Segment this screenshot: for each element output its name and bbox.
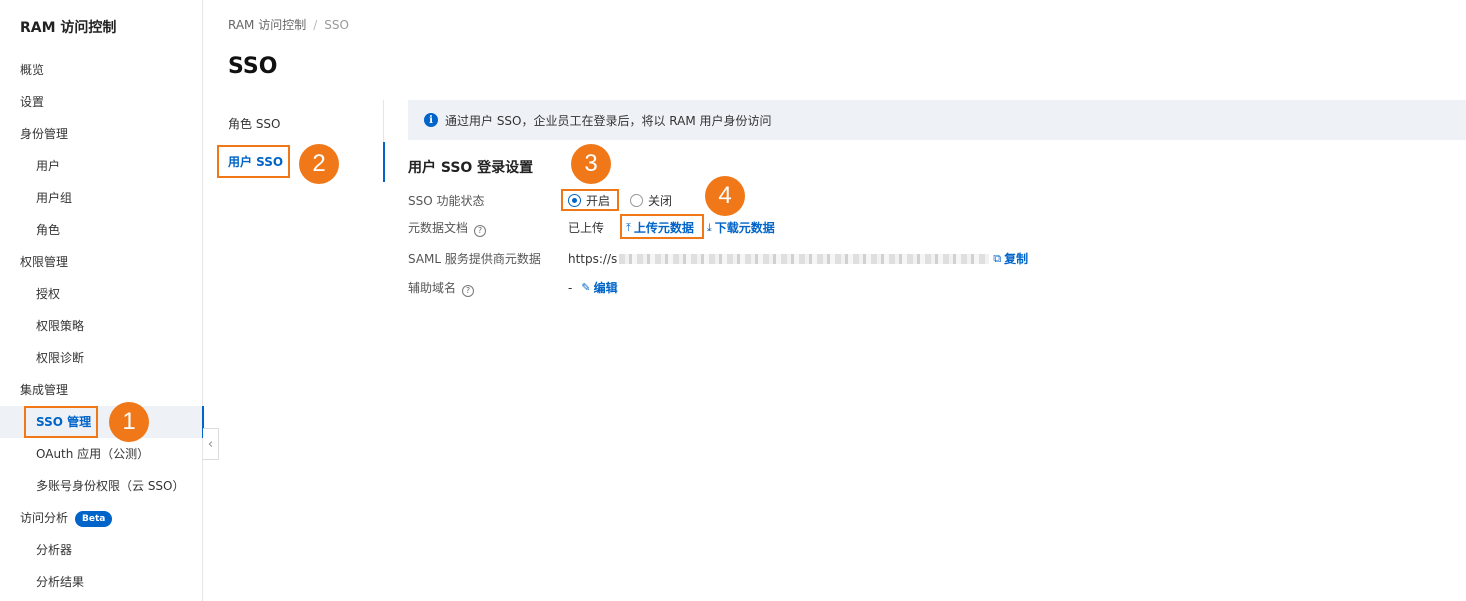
metadata-label: 元数据文档 [408,221,469,235]
sidebar-item[interactable]: 集成管理 [0,374,203,406]
annotation-marker-3: 3 [571,144,611,184]
sidebar-item[interactable]: 角色 [0,214,203,246]
annotation-marker-4: 4 [705,176,745,216]
sidebar-item[interactable]: 用户组 [0,182,203,214]
sso-off-radio[interactable]: 关闭 [630,192,672,209]
sidebar-item-label: 用户 [36,159,61,173]
breadcrumb-current: SSO [324,18,349,32]
sidebar-item[interactable]: 权限管理 [0,246,203,278]
annotation-marker-2: 2 [299,144,339,184]
metadata-status: 已上传 [568,221,605,235]
saml-url: https://s [568,251,618,266]
sidebar-item[interactable]: 访问分析 Beta [0,502,203,534]
domain-label: 辅助域名 [408,281,457,295]
sidebar-item-label: 授权 [36,287,61,301]
saml-url-redacted [619,253,990,264]
sso-off-label: 关闭 [648,194,673,208]
copy-label: 复制 [1004,252,1029,266]
sidebar-item[interactable]: 分析结果 [0,566,203,598]
sidebar-item[interactable]: 设置 [0,86,203,118]
sidebar-item[interactable]: 权限策略 [0,310,203,342]
info-icon: i [424,113,438,127]
sidebar-item-label: 角色 [36,223,61,237]
copy-icon: ⧉ [993,251,1002,265]
edit-domain-button[interactable]: ✎ 编辑 [581,279,617,296]
sidebar-title: RAM 访问控制 [20,20,117,36]
sidebar-item[interactable]: 分析器 [0,534,203,566]
annotation-highlight-user-sso [217,145,290,178]
download-icon: ⤓ [706,220,712,234]
metadata-label-row: 元数据文档? [408,219,487,237]
domain-value-row: - ✎ 编辑 [568,279,618,296]
radio-unchecked-icon [630,194,644,207]
sidebar-item-label: 权限策略 [36,319,85,333]
sidebar-item[interactable]: 概览 [0,54,203,86]
sidebar-item[interactable]: 身份管理 [0,118,203,150]
edit-label: 编辑 [593,281,618,295]
info-banner-text: 通过用户 SSO，企业员工在登录后，将以 RAM 用户身份访问 [445,113,772,128]
sidebar-item[interactable]: 多账号身份权限（云 SSO） [0,470,203,502]
download-metadata-label: 下载元数据 [714,221,775,235]
sidebar-item-label: 身份管理 [20,127,69,141]
sidebar: RAM 访问控制 概览设置身份管理用户用户组角色权限管理授权权限策略权限诊断集成… [0,0,204,601]
saml-value-row: https://s ⧉ 复制 [568,250,1028,267]
chevron-left-icon: ‹ [207,436,214,452]
section-title: 用户 SSO 登录设置 [408,160,534,176]
annotation-marker-1: 1 [109,402,149,442]
page-title: SSO [228,54,278,79]
annotation-highlight-upload [620,214,704,239]
info-banner: i 通过用户 SSO，企业员工在登录后，将以 RAM 用户身份访问 [408,100,1466,140]
saml-label: SAML 服务提供商元数据 [408,252,541,266]
tab-role-sso[interactable]: 角色 SSO [204,104,384,144]
help-icon[interactable]: ? [474,224,487,237]
sidebar-item-label: 多账号身份权限（云 SSO） [36,479,185,493]
download-metadata-button[interactable]: ⤓ 下载元数据 [707,219,775,236]
sidebar-item-label: 分析结果 [36,575,85,589]
sidebar-item-label: 概览 [20,63,45,77]
breadcrumb-root[interactable]: RAM 访问控制 [228,18,306,32]
breadcrumb-separator: / [313,18,318,32]
sidebar-item-label: 设置 [20,95,45,109]
sidebar-item-label: 权限诊断 [36,351,85,365]
sso-status-label: SSO 功能状态 [408,194,485,208]
sidebar-item-label: OAuth 应用（公测） [36,447,150,461]
sidebar-item[interactable]: 用户 [0,150,203,182]
edit-icon: ✎ [581,281,591,294]
help-icon[interactable]: ? [462,284,475,297]
sidebar-item[interactable]: 授权 [0,278,203,310]
sidebar-item-label: 集成管理 [20,383,69,397]
sidebar-item[interactable]: OAuth 应用（公测） [0,438,203,470]
sidebar-collapse-button[interactable]: ‹ [203,428,219,460]
sidebar-item-label: 用户组 [36,191,73,205]
breadcrumb: RAM 访问控制 / SSO [228,16,349,33]
sidebar-item[interactable]: 权限诊断 [0,342,203,374]
sidebar-item-label: 访问分析 [20,511,69,525]
domain-value: - [568,280,573,295]
annotation-highlight-sso-manage [24,406,98,438]
sidebar-item-label: 权限管理 [20,255,69,269]
annotation-highlight-sso-on [561,189,619,211]
domain-label-row: 辅助域名? [408,279,475,297]
beta-badge: Beta [75,511,113,527]
sidebar-item-label: 分析器 [36,543,73,557]
copy-button[interactable]: ⧉ 复制 [993,250,1028,267]
